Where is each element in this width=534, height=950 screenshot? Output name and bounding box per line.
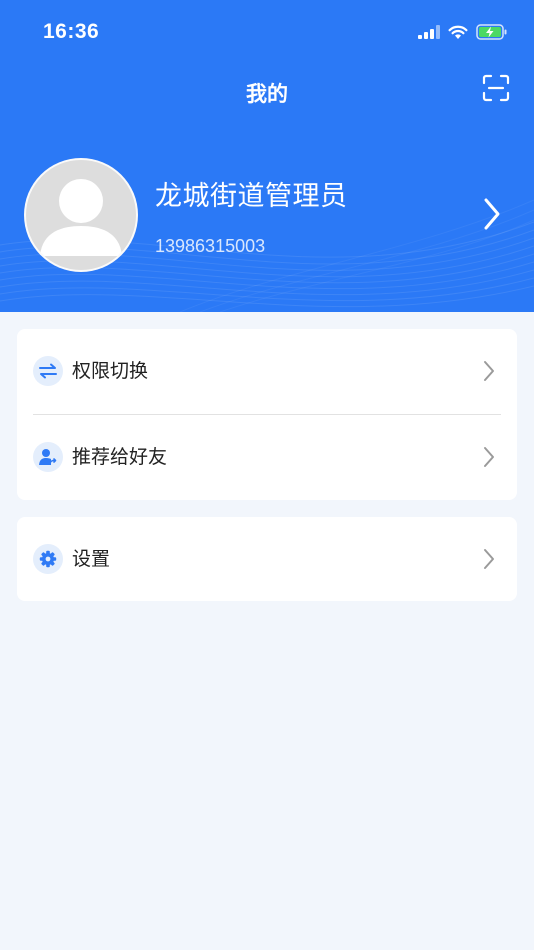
menu-card-primary: 权限切换 推荐给好友 [17, 329, 517, 500]
gear-icon [33, 544, 63, 574]
avatar [24, 158, 138, 272]
chevron-right-icon [484, 549, 494, 569]
wifi-icon [448, 25, 468, 39]
menu-item-recommend-friend[interactable]: 推荐给好友 [17, 415, 517, 499]
swap-arrows-icon [33, 356, 63, 386]
menu-item-permission-switch[interactable]: 权限切换 [17, 329, 517, 413]
page-title: 我的 [246, 82, 288, 106]
profile-header: 16:36 我的 龙城街道管理员 13986315003 [0, 0, 534, 312]
chevron-right-icon [484, 361, 494, 381]
status-time: 16:36 [43, 20, 100, 43]
chevron-right-icon [484, 447, 494, 467]
status-icons [418, 24, 508, 40]
share-user-icon [33, 442, 63, 472]
menu-item-label: 推荐给好友 [72, 446, 168, 468]
menu-card-secondary: 设置 [17, 517, 517, 601]
status-bar: 16:36 [0, 0, 534, 70]
scan-icon [482, 74, 510, 102]
default-avatar-icon [40, 179, 122, 256]
user-phone: 13986315003 [155, 236, 266, 256]
profile-card[interactable]: 龙城街道管理员 13986315003 [24, 158, 510, 274]
cellular-signal-icon [418, 25, 440, 39]
menu-item-settings[interactable]: 设置 [17, 517, 517, 601]
battery-charging-icon [476, 24, 507, 40]
user-name: 龙城街道管理员 [155, 181, 348, 212]
menu-item-label: 权限切换 [72, 360, 149, 382]
scan-button[interactable] [482, 74, 510, 102]
chevron-right-icon [484, 198, 500, 230]
menu-item-label: 设置 [72, 548, 111, 570]
